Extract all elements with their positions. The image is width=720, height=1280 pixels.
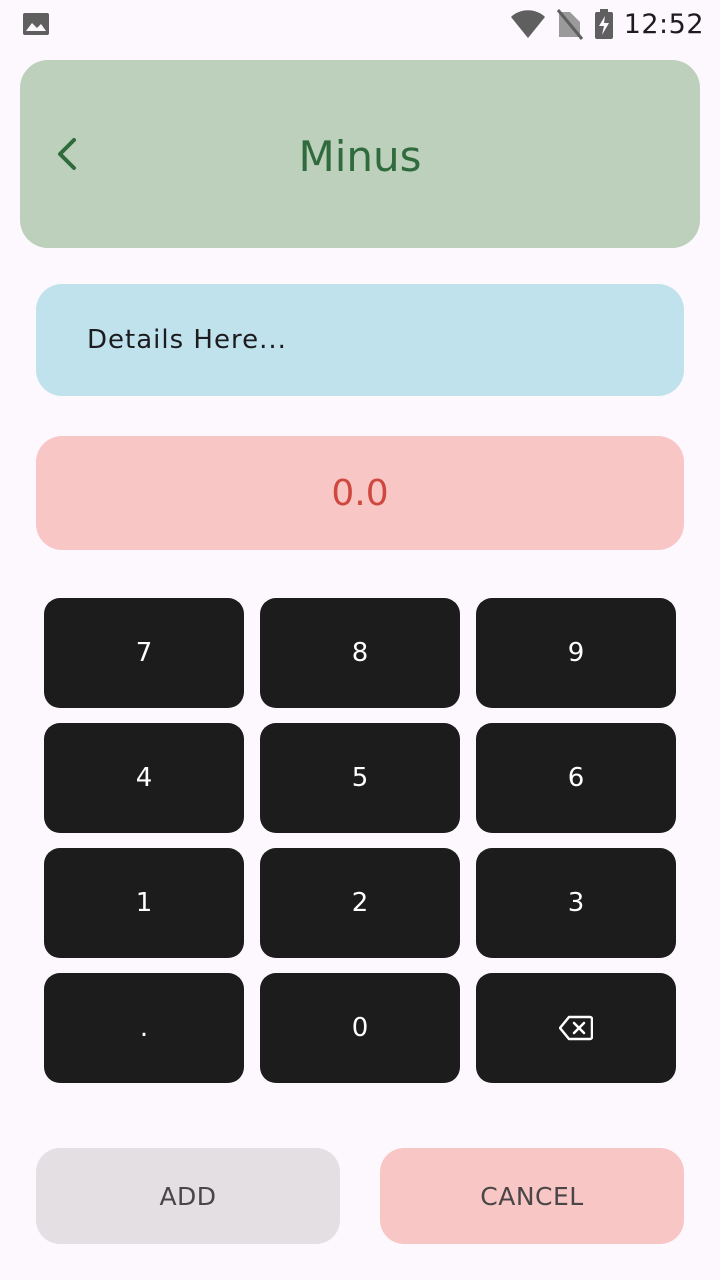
wifi-icon: [510, 10, 545, 38]
add-button[interactable]: ADD: [36, 1148, 340, 1244]
numeric-keypad: 7 8 9 4 5 6 1 2 3 . 0: [44, 598, 676, 1083]
no-sim-icon: [556, 9, 583, 40]
backspace-icon: [559, 1015, 593, 1041]
battery-charging-icon: [594, 9, 613, 39]
status-time: 12:52: [623, 8, 704, 40]
key-4[interactable]: 4: [44, 723, 244, 833]
status-bar: 12:52: [0, 0, 720, 48]
key-decimal[interactable]: .: [44, 973, 244, 1083]
key-0[interactable]: 0: [260, 973, 460, 1083]
key-8[interactable]: 8: [260, 598, 460, 708]
details-input[interactable]: Details Here...: [36, 284, 684, 396]
amount-display: 0.0: [36, 436, 684, 550]
page-title: Minus: [298, 132, 422, 181]
backspace-button[interactable]: [476, 973, 676, 1083]
image-icon: [23, 13, 49, 35]
key-5[interactable]: 5: [260, 723, 460, 833]
header-bar: Minus: [20, 60, 700, 248]
key-2[interactable]: 2: [260, 848, 460, 958]
status-icons: 12:52: [510, 8, 704, 40]
key-6[interactable]: 6: [476, 723, 676, 833]
cancel-button[interactable]: CANCEL: [380, 1148, 684, 1244]
key-1[interactable]: 1: [44, 848, 244, 958]
key-3[interactable]: 3: [476, 848, 676, 958]
key-9[interactable]: 9: [476, 598, 676, 708]
key-7[interactable]: 7: [44, 598, 244, 708]
